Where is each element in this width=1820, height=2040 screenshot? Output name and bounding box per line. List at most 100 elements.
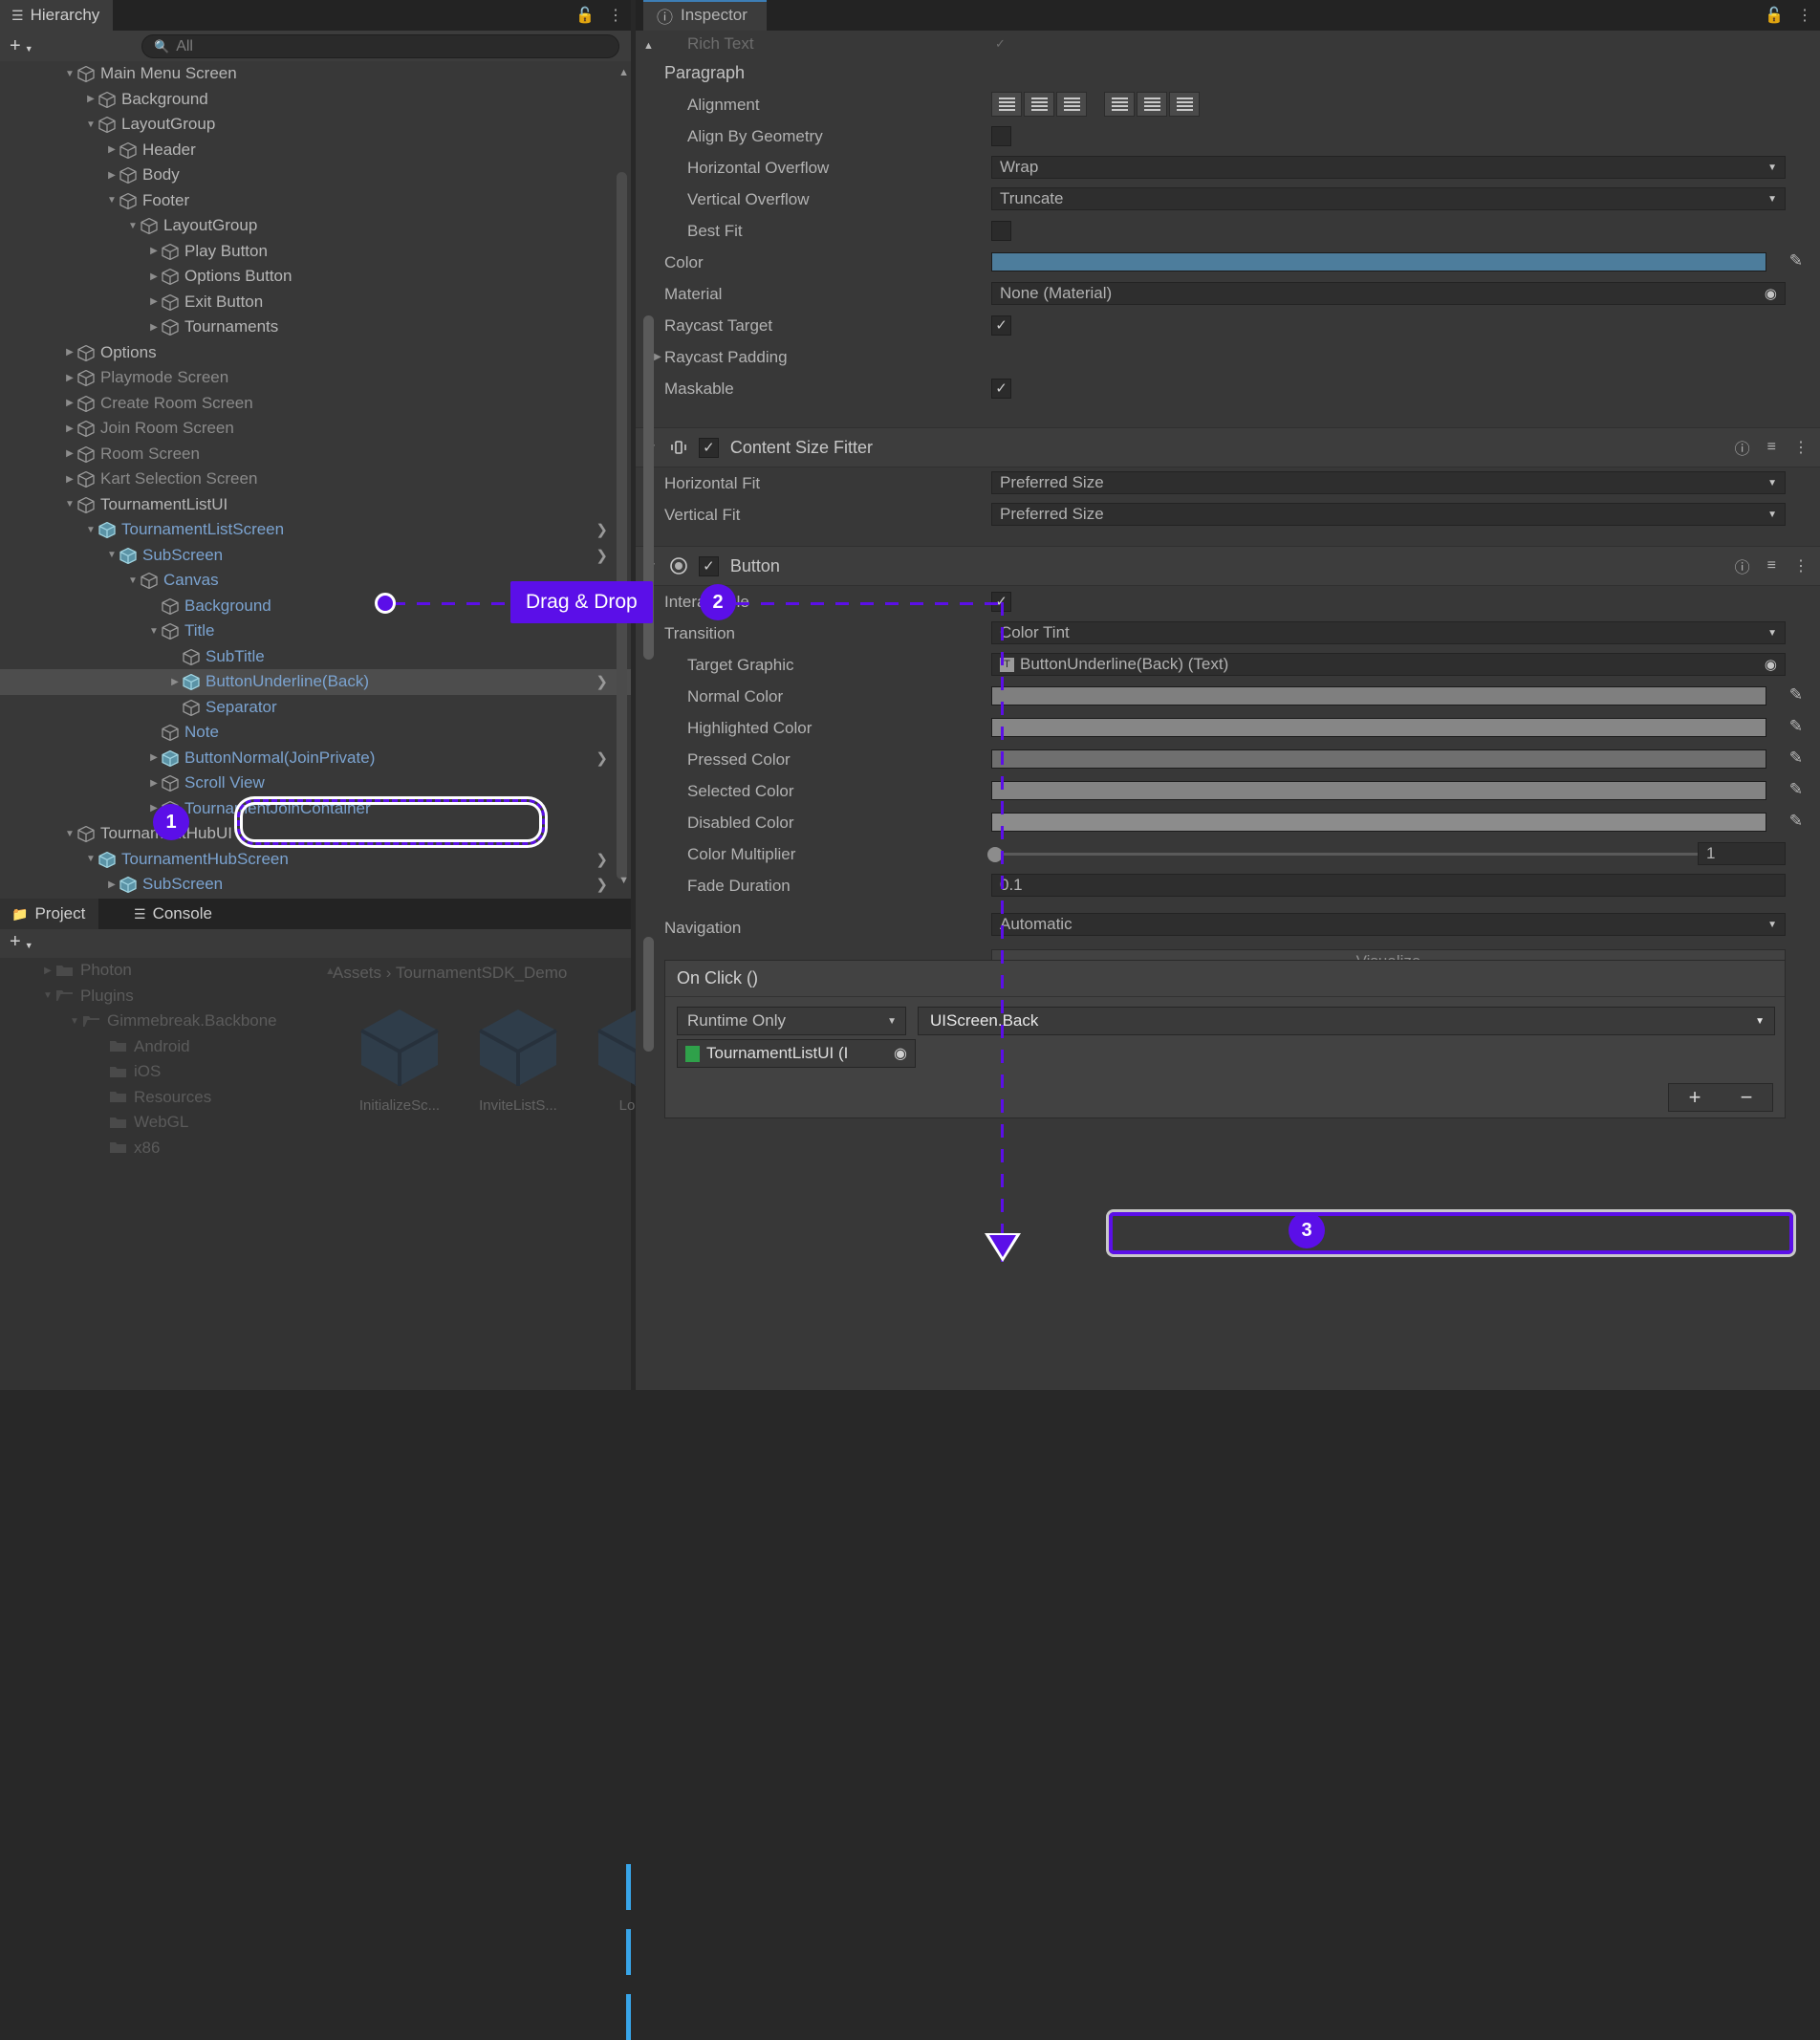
remove-listener-button[interactable]: −	[1741, 1085, 1753, 1110]
chevron-right-icon[interactable]: ▶	[63, 448, 76, 459]
property-normal-color[interactable]: Normal Color✎	[636, 681, 1820, 712]
property-pressed-color[interactable]: Pressed Color✎	[636, 744, 1820, 775]
hierarchy-item-main-menu-screen[interactable]: ▼Main Menu Screen	[0, 61, 631, 87]
hierarchy-item-scroll-view[interactable]: ▶Scroll View	[0, 770, 631, 796]
chevron-right-icon[interactable]: ▶	[63, 398, 76, 408]
chevron-down-icon[interactable]: ▼	[63, 69, 76, 79]
eyedropper-icon[interactable]: ✎	[1789, 685, 1803, 705]
chevron-down-icon[interactable]: ▼	[105, 550, 119, 560]
property-color-multiplier[interactable]: Color Multiplier 1	[636, 838, 1820, 870]
color-multiplier-slider[interactable]	[991, 853, 1698, 856]
tab-console[interactable]: ☰ Console	[122, 899, 226, 929]
prefab-open-arrow-icon[interactable]: ❯	[596, 673, 608, 690]
hierarchy-item-tournamentlistscreen[interactable]: ▼TournamentListScreen❯	[0, 517, 631, 543]
hierarchy-item-subscreen[interactable]: ▶SubScreen❯	[0, 872, 631, 898]
prefab-open-arrow-icon[interactable]: ❯	[596, 521, 608, 538]
chevron-right-icon[interactable]: ▶	[147, 778, 161, 789]
chevron-down-icon[interactable]: ▼	[63, 829, 76, 839]
property-target-graphic[interactable]: Target Graphic T ButtonUnderline(Back) (…	[636, 649, 1820, 681]
hierarchy-item-tournamenthubscreen[interactable]: ▼TournamentHubScreen❯	[0, 847, 631, 873]
chevron-down-icon[interactable]: ▼	[105, 195, 119, 206]
eyedropper-icon[interactable]: ✎	[1789, 812, 1803, 831]
help-icon[interactable]: ⓘ	[1735, 436, 1750, 459]
chevron-down-icon[interactable]: ▼	[63, 499, 76, 510]
inspector-scrollbar-lower[interactable]	[643, 937, 654, 1052]
add-listener-button[interactable]: +	[1689, 1085, 1701, 1110]
eyedropper-icon[interactable]: ✎	[1789, 780, 1803, 799]
project-folder-android[interactable]: Android	[0, 1034, 325, 1060]
chevron-right-icon[interactable]: ▶	[147, 296, 161, 307]
property-disabled-color[interactable]: Disabled Color✎	[636, 807, 1820, 838]
chevron-right-icon[interactable]: ▶	[147, 246, 161, 256]
project-folder-x86[interactable]: x86	[0, 1136, 325, 1161]
hierarchy-item-layoutgroup[interactable]: ▼LayoutGroup	[0, 112, 631, 138]
kebab-menu-icon[interactable]: ⋮	[1797, 6, 1812, 25]
color-swatch[interactable]	[991, 813, 1766, 832]
hierarchy-item-options[interactable]: ▶Options	[0, 340, 631, 366]
chevron-right-icon[interactable]: ▶	[84, 94, 98, 104]
hierarchy-tree[interactable]: ▼Main Menu Screen▶Background▼LayoutGroup…	[0, 61, 631, 899]
chevron-right-icon[interactable]: ▶	[147, 271, 161, 282]
hierarchy-item-body[interactable]: ▶Body	[0, 163, 631, 188]
vertical-fit-dropdown[interactable]: Preferred Size▼	[991, 503, 1786, 526]
prefab-open-arrow-icon[interactable]: ❯	[596, 547, 608, 564]
raycast-target-checkbox[interactable]: ✓	[991, 315, 1011, 336]
project-folder-plugins[interactable]: ▼Plugins	[0, 984, 325, 1009]
chevron-right-icon[interactable]: ▶	[63, 347, 76, 358]
hierarchy-search-input[interactable]: 🔍 All	[141, 34, 619, 58]
hierarchy-item-tournaments[interactable]: ▶Tournaments	[0, 315, 631, 340]
transition-dropdown[interactable]: Color Tint ▼	[991, 621, 1786, 644]
maskable-checkbox[interactable]: ✓	[991, 379, 1011, 399]
project-add-button[interactable]: + ▼	[10, 931, 631, 953]
kebab-menu-icon[interactable]: ⋮	[608, 6, 623, 25]
runtime-mode-dropdown[interactable]: Runtime Only ▼	[677, 1007, 906, 1035]
navigation-dropdown[interactable]: Automatic ▼	[991, 913, 1786, 936]
hierarchy-item-options-button[interactable]: ▶Options Button	[0, 264, 631, 290]
chevron-down-icon[interactable]: ▼	[126, 221, 140, 231]
chevron-down-icon[interactable]: ▼	[84, 119, 98, 130]
chevron-down-icon[interactable]: ▼	[126, 575, 140, 586]
chevron-down-icon[interactable]: ▼	[40, 990, 55, 1001]
horizontal-fit-dropdown[interactable]: Preferred Size▼	[991, 471, 1786, 494]
property-vertical-fit[interactable]: Vertical FitPreferred Size▼	[636, 499, 1820, 531]
prefab-open-arrow-icon[interactable]: ❯	[596, 851, 608, 868]
property-vertical-overflow[interactable]: Vertical OverflowTruncate▼	[636, 184, 1820, 215]
prefab-open-arrow-icon[interactable]: ❯	[596, 876, 608, 893]
target-graphic-object-field[interactable]: T ButtonUnderline(Back) (Text) ◉	[991, 653, 1786, 676]
property-material[interactable]: MaterialNone (Material)◉	[636, 278, 1820, 310]
object-picker-icon[interactable]: ◉	[1765, 656, 1777, 673]
hierarchy-item-create-room-screen[interactable]: ▶Create Room Screen	[0, 391, 631, 417]
add-gameobject-button[interactable]: + ▼	[10, 35, 33, 57]
eyedropper-icon[interactable]: ✎	[1789, 251, 1803, 271]
object-picker-icon[interactable]: ◉	[1765, 285, 1777, 302]
horizontal-overflow-dropdown[interactable]: Wrap▼	[991, 156, 1786, 179]
property-selected-color[interactable]: Selected Color✎	[636, 775, 1820, 807]
color-swatch[interactable]	[991, 686, 1766, 705]
on-click-function-dropdown[interactable]: UIScreen.Back ▼	[918, 1007, 1775, 1035]
chevron-right-icon[interactable]: ▶	[105, 879, 119, 890]
property-navigation[interactable]: Navigation Automatic ▼	[636, 901, 1820, 945]
chevron-right-icon[interactable]: ▶	[63, 474, 76, 485]
project-folder-gimmebreak-backbone[interactable]: ▼Gimmebreak.Backbone	[0, 1009, 325, 1034]
align-button[interactable]	[1056, 92, 1087, 117]
component-header-content-size-fitter[interactable]: ▼ ✓ Content Size Fitter ⓘ ≡ ⋮	[636, 427, 1820, 467]
hierarchy-item-kart-selection-screen[interactable]: ▶Kart Selection Screen	[0, 467, 631, 492]
hierarchy-item-separator[interactable]: Separator	[0, 695, 631, 721]
project-scroll-up-icon[interactable]: ▲	[325, 966, 629, 977]
chevron-down-icon[interactable]: ▼	[84, 854, 98, 864]
property-best-fit[interactable]: Best Fit	[636, 215, 1820, 247]
hierarchy-item-footer[interactable]: ▼Footer	[0, 188, 631, 214]
prefab-open-arrow-icon[interactable]: ❯	[596, 749, 608, 767]
lock-icon[interactable]: 🔓	[1765, 6, 1784, 25]
kebab-menu-icon[interactable]: ⋮	[1793, 556, 1809, 575]
chevron-right-icon[interactable]: ▶	[63, 423, 76, 434]
asset-item[interactable]: InitializeSc...	[342, 1002, 457, 1114]
property-color[interactable]: Color✎	[636, 247, 1820, 278]
align-button[interactable]	[1169, 92, 1200, 117]
project-folder-tree[interactable]: ▶Photon▼Plugins▼Gimmebreak.BackboneAndro…	[0, 958, 325, 1390]
hierarchy-item-room-screen[interactable]: ▶Room Screen	[0, 442, 631, 467]
hierarchy-item-layoutgroup[interactable]: ▼LayoutGroup	[0, 213, 631, 239]
chevron-down-icon[interactable]: ▼	[147, 626, 161, 637]
property-raycast-padding[interactable]: ▶Raycast Padding	[636, 341, 1820, 373]
component-enabled-checkbox[interactable]: ✓	[699, 556, 719, 576]
